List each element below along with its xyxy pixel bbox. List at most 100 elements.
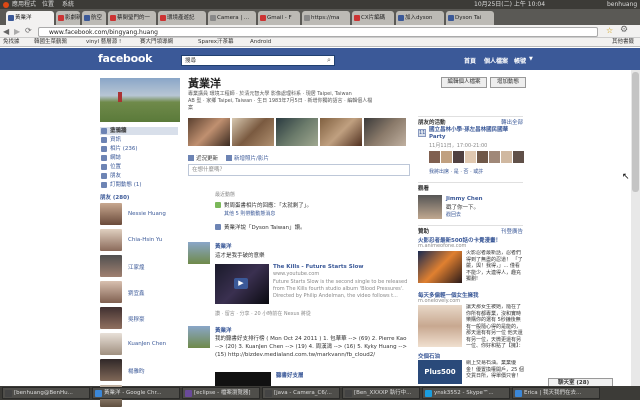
- event-title[interactable]: 國立昌林小學·孫左昌林國民國華Party: [429, 127, 524, 141]
- photo-thumbnail[interactable]: [320, 118, 362, 146]
- attendee-avatar[interactable]: [513, 151, 524, 163]
- friend-item[interactable]: 江家煌: [100, 255, 180, 281]
- post-author[interactable]: 黃業洋: [215, 326, 232, 334]
- play-icon[interactable]: ▶: [234, 278, 248, 289]
- photo-thumbnail[interactable]: [188, 118, 230, 146]
- avatar[interactable]: [100, 281, 122, 303]
- taskbar-item[interactable]: [Ben_XXXXP 執行中...: [342, 387, 420, 399]
- friend-name[interactable]: 江家煌: [128, 263, 145, 271]
- ad-3-image[interactable]: Plus500: [418, 360, 462, 384]
- search-icon[interactable]: ⌕: [327, 56, 331, 65]
- browser-tab[interactable]: CX片編碼: [352, 11, 394, 25]
- browser-tab[interactable]: 影劇新聞 -: [56, 11, 80, 25]
- star-icon[interactable]: ☆: [606, 26, 613, 35]
- attendee-avatar[interactable]: [477, 151, 488, 163]
- composer-tab-photo[interactable]: 新增照片/影片: [234, 154, 269, 162]
- sidebar-item[interactable]: 資訊: [100, 136, 178, 144]
- friend-name[interactable]: KuanJen Chen: [128, 341, 166, 347]
- taskbar-item[interactable]: ynsk3552 - Skype™...: [422, 387, 510, 399]
- sidebar-item[interactable]: 訂閱動態 (1): [100, 181, 178, 189]
- sidebar-item[interactable]: 塗鴉牆: [100, 127, 178, 135]
- sidebar-item[interactable]: 位置: [100, 163, 178, 171]
- recent-item-1[interactable]: 對周蛋書相片的回應：「太就剩了」。: [224, 201, 312, 209]
- avatar[interactable]: [188, 242, 210, 264]
- browser-tab[interactable]: 黃業洋: [6, 11, 54, 25]
- avatar[interactable]: [100, 307, 122, 329]
- browser-tab[interactable]: Camera | ...: [208, 11, 256, 25]
- bookmark-item[interactable]: 免找據: [3, 38, 20, 47]
- clock[interactable]: 10月25日(二) 上午 10:04: [474, 0, 545, 9]
- menu-system[interactable]: 系統: [62, 0, 74, 9]
- avatar[interactable]: [100, 359, 122, 381]
- avatar[interactable]: [418, 195, 442, 219]
- avatar[interactable]: [100, 255, 122, 277]
- user-menu[interactable]: benhuang: [607, 0, 637, 9]
- friend-item[interactable]: 吳穆豪: [100, 307, 180, 333]
- search-input[interactable]: 搜尋: [181, 55, 335, 66]
- post-meta[interactable]: 讚 · 留言 · 分享 · 20 小時前在 Nexus 將從: [215, 310, 311, 317]
- attendee-avatar[interactable]: [501, 151, 512, 163]
- photo-thumbnail[interactable]: [364, 118, 406, 146]
- friend-item[interactable]: 楊雅昀: [100, 359, 180, 385]
- edit-profile-button[interactable]: 編輯個人檔案: [441, 77, 487, 88]
- poke-name[interactable]: Jimmy Chen: [446, 196, 483, 202]
- avatar[interactable]: [100, 333, 122, 355]
- composer-tab-status[interactable]: 近況更新: [196, 154, 218, 162]
- url-bar[interactable]: www.facebook.com/bingyang.huang: [38, 27, 598, 37]
- facebook-logo[interactable]: facebook: [98, 52, 152, 65]
- friend-item[interactable]: KuanJen Chen: [100, 333, 180, 359]
- wrench-icon[interactable]: ⚙: [620, 25, 628, 35]
- browser-tab[interactable]: 環境產遊記: [158, 11, 206, 25]
- browser-tab[interactable]: 加入dyson: [396, 11, 444, 25]
- bookmark-item[interactable]: Android: [250, 38, 271, 47]
- bookmark-item[interactable]: Sparex汗茶幕: [198, 38, 234, 47]
- attendee-avatar[interactable]: [489, 151, 500, 163]
- sidebar-item[interactable]: 網誌: [100, 154, 178, 162]
- scrollbar-thumb[interactable]: [632, 72, 639, 192]
- see-all-link[interactable]: 轉出全部: [501, 118, 523, 126]
- taskbar-item[interactable]: [java - Camera_C6/...: [262, 387, 340, 399]
- recent-item-1-sub[interactable]: 其他 5 則帶動動態消息: [224, 210, 275, 217]
- post-author[interactable]: 黃業洋: [215, 242, 232, 250]
- attendee-avatar[interactable]: [465, 151, 476, 163]
- menu-places[interactable]: 位置: [42, 0, 54, 9]
- photo-thumbnail[interactable]: [232, 118, 274, 146]
- taskbar-item[interactable]: Erica | 我天我們在去...: [512, 387, 600, 399]
- post-sub-link[interactable]: 聽書好支層: [276, 371, 304, 379]
- chevron-down-icon[interactable]: ▼: [529, 56, 533, 62]
- sidebar-item[interactable]: 相片 (236): [100, 145, 178, 153]
- browser-tab[interactable]: Gmail - F: [258, 11, 300, 25]
- bookmark-item[interactable]: vinyl 藝層源 !: [86, 38, 121, 47]
- poke-back-link[interactable]: 戳回去: [446, 211, 461, 218]
- avatar[interactable]: [188, 326, 210, 348]
- ad-1-image[interactable]: [418, 251, 462, 283]
- profile-picture[interactable]: [100, 78, 180, 122]
- video-thumbnail[interactable]: ▶: [215, 264, 269, 304]
- friend-name[interactable]: 楊雅昀: [128, 367, 145, 375]
- friend-name[interactable]: Chia-Hsin Yu: [128, 237, 162, 243]
- browser-tab[interactable]: Dyson Tai: [446, 11, 494, 25]
- forward-icon[interactable]: ▶: [14, 27, 20, 36]
- menu-apps[interactable]: 應用程式: [12, 0, 36, 9]
- ubuntu-logo-icon[interactable]: [3, 1, 9, 8]
- sidebar-item[interactable]: 朋友: [100, 172, 178, 180]
- friend-item[interactable]: Chia-Hsin Yu: [100, 229, 180, 255]
- friend-item[interactable]: 劉宜鑫: [100, 281, 180, 307]
- taskbar-item[interactable]: 黃業洋 - Google Chr...: [92, 387, 180, 399]
- friends-header[interactable]: 朋友 (280): [100, 193, 129, 201]
- ad-3-title[interactable]: 交個石油: [418, 352, 523, 360]
- attendee-avatar[interactable]: [441, 151, 452, 163]
- browser-tab[interactable]: 航空: [82, 11, 106, 25]
- attendee-avatar[interactable]: [453, 151, 464, 163]
- create-ad-link[interactable]: 刊登廣告: [501, 227, 523, 235]
- avatar[interactable]: [100, 203, 122, 225]
- friend-name[interactable]: 劉宜鑫: [128, 289, 145, 297]
- taskbar-item[interactable]: [eclipse - 檔案瀏覽器]: [182, 387, 260, 399]
- browser-tab[interactable]: https://ma: [302, 11, 350, 25]
- back-icon[interactable]: ◀: [3, 27, 9, 36]
- nav-account[interactable]: 帳號: [514, 56, 526, 65]
- attendee-avatar[interactable]: [429, 151, 440, 163]
- link-title[interactable]: The Kills - Future Starts Slow: [273, 264, 363, 270]
- bookmark-item[interactable]: 賽大門領導網: [140, 38, 173, 47]
- recent-item-2[interactable]: 黃業洋說「Dyson Taiwan」讚。: [224, 223, 306, 231]
